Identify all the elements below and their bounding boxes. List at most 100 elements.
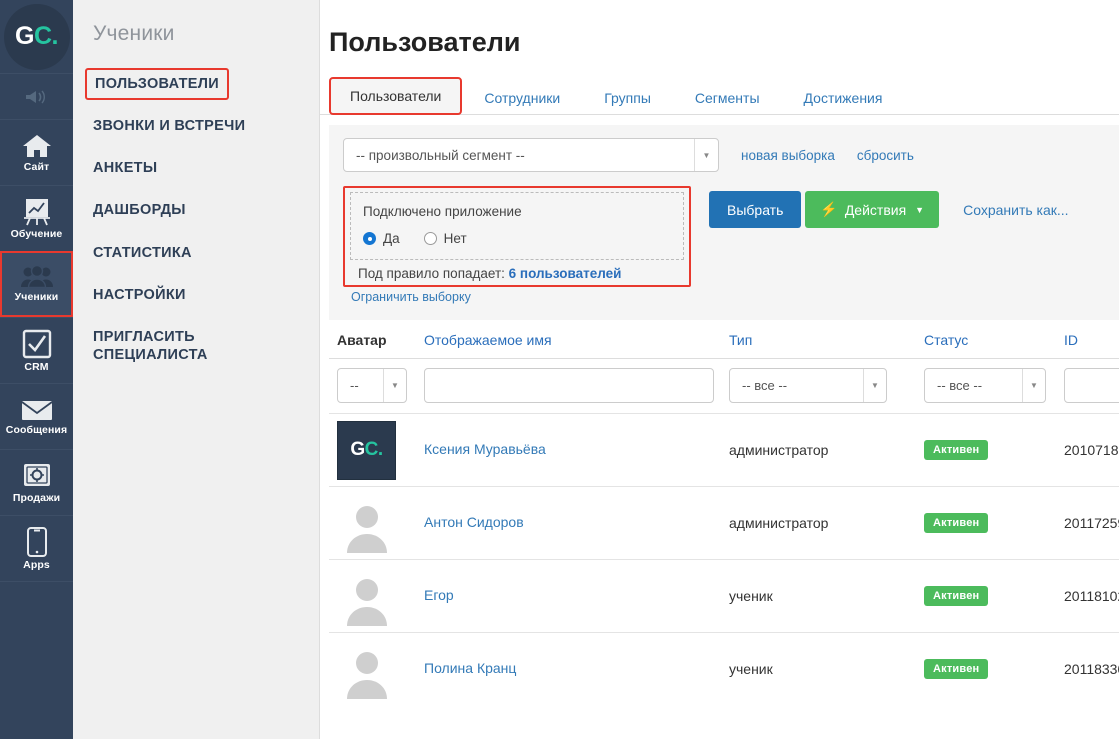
reset-link[interactable]: сбросить	[857, 148, 914, 163]
rail-label-apps: Apps	[23, 559, 50, 571]
radio-yes[interactable]: Да	[363, 231, 400, 246]
logo-circle: GC.	[4, 4, 70, 70]
cell-name: Полина Кранц	[424, 660, 729, 678]
rule-row: Подключено приложение Да Нет	[343, 186, 1119, 304]
column-header-id[interactable]: ID	[1064, 332, 1119, 348]
cell-id: 201181022	[1064, 588, 1119, 604]
sidebar-item-users[interactable]: ПОЛЬЗОВАТЕЛИ	[85, 68, 229, 100]
table-header-row: Аватар Отображаемое имя Тип Статус ID	[329, 320, 1119, 359]
caret-down-icon: ▼	[915, 205, 924, 215]
save-as-link[interactable]: Сохранить как...	[963, 202, 1068, 218]
id-filter-input[interactable]	[1064, 368, 1119, 403]
cell-avatar: GC.	[329, 421, 424, 480]
user-name-link[interactable]: Егор	[424, 587, 454, 603]
rail-label-students: Ученики	[15, 291, 59, 303]
cell-type: ученик	[729, 588, 924, 604]
user-name-link[interactable]: Ксения Муравьёва	[424, 441, 546, 457]
chevron-down-icon: ▼	[863, 369, 886, 402]
rule-label: Подключено приложение	[363, 204, 671, 219]
segment-row: -- произвольный сегмент -- ▼ новая выбор…	[343, 138, 1119, 172]
table-filter-row: -- ▼ -- все -- ▼ -- все -- ▼	[329, 359, 1119, 413]
filter-cell-avatar: -- ▼	[329, 368, 424, 403]
rule-radios: Да Нет	[363, 231, 671, 246]
rail-item-apps[interactable]: Apps	[0, 515, 73, 581]
chevron-down-icon: ▼	[694, 139, 718, 171]
rail-item-site[interactable]: Сайт	[0, 119, 73, 185]
type-filter-select[interactable]: -- все -- ▼	[729, 368, 887, 403]
cell-type: администратор	[729, 442, 924, 458]
sidebar-item-invite-specialist[interactable]: ПРИГЛАСИТЬ СПЕЦИАЛИСТА	[93, 321, 243, 371]
filter-cell-type: -- все -- ▼	[729, 368, 924, 403]
tab-users[interactable]: Пользователи	[329, 77, 462, 115]
users-table: Аватар Отображаемое имя Тип Статус ID --…	[329, 320, 1119, 705]
sidebar-item-dashboards[interactable]: ДАШБОРДЫ	[93, 194, 186, 226]
rail-label-site: Сайт	[24, 161, 50, 173]
avatar-filter-select[interactable]: -- ▼	[337, 368, 407, 403]
actions-button[interactable]: ⚡ Действия ▼	[805, 191, 939, 228]
rail-item-messages[interactable]: Сообщения	[0, 383, 73, 449]
section-nav: Ученики ПОЛЬЗОВАТЕЛИ ЗВОНКИ И ВСТРЕЧИ АН…	[73, 0, 320, 739]
sidebar-item-statistics[interactable]: СТАТИСТИКА	[93, 237, 192, 269]
tab-staff[interactable]: Сотрудники	[462, 81, 582, 115]
cell-status: Активен	[924, 440, 1064, 460]
name-filter-input[interactable]	[424, 368, 714, 403]
logo-text-g: G	[15, 22, 34, 51]
user-name-link[interactable]: Антон Сидоров	[424, 514, 524, 530]
rail-item-education[interactable]: Обучение	[0, 185, 73, 251]
column-header-name[interactable]: Отображаемое имя	[424, 332, 729, 348]
home-icon	[20, 133, 54, 159]
cell-type: ученик	[729, 661, 924, 677]
user-name-link[interactable]: Полина Кранц	[424, 660, 516, 676]
table-row[interactable]: GC. Ксения Муравьёва администратор Актив…	[329, 413, 1119, 486]
filter-cell-id	[1064, 368, 1119, 403]
page-title: Пользователи	[320, 27, 1119, 58]
column-header-type[interactable]: Тип	[729, 332, 924, 348]
tab-segments[interactable]: Сегменты	[673, 81, 782, 115]
table-row[interactable]: Егор ученик Активен 201181022	[329, 559, 1119, 632]
rail-item-crm[interactable]: CRM	[0, 317, 73, 383]
mobile-phone-icon	[26, 527, 48, 557]
tab-bar: Пользователи Сотрудники Группы Сегменты …	[320, 76, 1119, 115]
chevron-down-icon: ▼	[1022, 369, 1045, 402]
cell-avatar	[329, 567, 424, 626]
rail-item-students[interactable]: Ученики	[0, 251, 73, 317]
status-filter-select[interactable]: -- все -- ▼	[924, 368, 1046, 403]
restrict-selection-link[interactable]: Ограничить выборку	[351, 290, 691, 304]
rule-count-value: 6 пользователей	[509, 266, 622, 281]
tab-achievements[interactable]: Достижения	[782, 81, 905, 115]
icon-rail: GC. Сайт Обучение Ученики	[0, 0, 73, 739]
new-selection-link[interactable]: новая выборка	[741, 148, 835, 163]
rule-count-prefix: Под правило попадает:	[358, 266, 505, 281]
rule-highlight-box: Подключено приложение Да Нет	[343, 186, 691, 287]
table-row[interactable]: Антон Сидоров администратор Активен 2011…	[329, 486, 1119, 559]
rail-item-sales[interactable]: Продажи	[0, 449, 73, 515]
app-logo[interactable]: GC.	[0, 0, 73, 73]
radio-no-indicator	[424, 232, 437, 245]
rail-item-announcements[interactable]	[0, 73, 73, 119]
select-button[interactable]: Выбрать	[709, 191, 801, 228]
cell-type: администратор	[729, 515, 924, 531]
radio-no[interactable]: Нет	[424, 231, 467, 246]
actions-button-label: Действия	[845, 202, 906, 218]
cell-status: Активен	[924, 586, 1064, 606]
section-nav-title: Ученики	[93, 22, 319, 46]
rule-column: Подключено приложение Да Нет	[343, 186, 691, 304]
cell-status: Активен	[924, 513, 1064, 533]
checkbox-check-icon	[22, 329, 52, 359]
segment-select[interactable]: -- произвольный сегмент -- ▼	[343, 138, 719, 172]
sidebar-item-forms[interactable]: АНКЕТЫ	[93, 152, 157, 184]
table-row[interactable]: Полина Кранц ученик Активен 201183306	[329, 632, 1119, 705]
rail-spacer	[0, 581, 73, 739]
avatar: GC.	[337, 421, 396, 480]
filter-cell-name	[424, 368, 729, 403]
type-filter-value: -- все --	[730, 378, 863, 393]
column-header-status[interactable]: Статус	[924, 332, 1064, 348]
sidebar-item-calls-meetings[interactable]: ЗВОНКИ И ВСТРЕЧИ	[93, 110, 245, 142]
rail-label-messages: Сообщения	[6, 424, 67, 436]
main-content: Пользователи Пользователи Сотрудники Гру…	[320, 0, 1119, 739]
rail-label-sales: Продажи	[13, 492, 60, 504]
tab-groups[interactable]: Группы	[582, 81, 673, 115]
sidebar-item-settings[interactable]: НАСТРОЙКИ	[93, 279, 186, 311]
envelope-icon	[20, 398, 54, 422]
rail-label-education: Обучение	[11, 228, 63, 240]
